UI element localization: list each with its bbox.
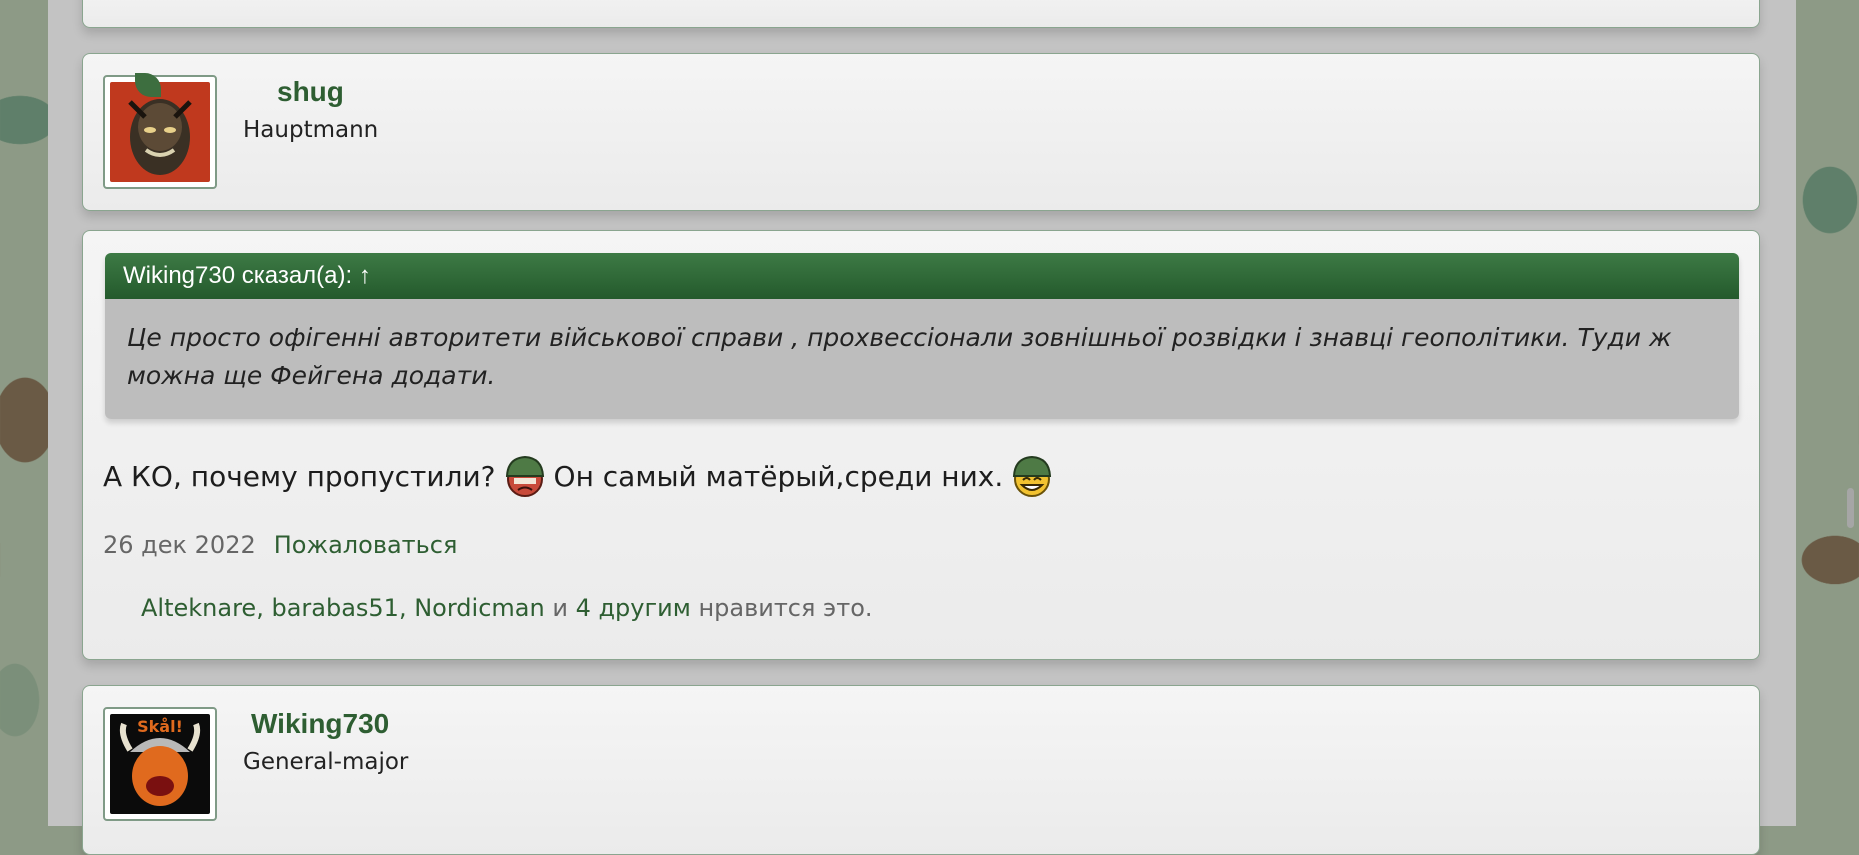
likes-and: и [544, 594, 576, 622]
user-title-shug: Hauptmann [243, 117, 379, 143]
post-card-shug: shug Hauptmann [82, 53, 1760, 211]
likes-others-link[interactable]: 4 другим [576, 594, 691, 622]
quote-block: Wiking730 сказал(а): ↑ Це просто офігенн… [105, 253, 1739, 419]
post-date[interactable]: 26 дек 2022 [103, 531, 256, 559]
avatar-shug-image [110, 82, 210, 182]
soldier-laugh-smiley-icon [1011, 454, 1053, 498]
likes-separator: , [398, 594, 415, 622]
soldier-sad-smiley-icon [504, 454, 546, 498]
liker-link[interactable]: Nordicman [414, 594, 544, 622]
post-meta: 26 дек 2022 Пожаловаться [103, 531, 457, 559]
likes-summary: Alteknare, barabas51, Nordicman и 4 друг… [141, 594, 873, 622]
report-link[interactable]: Пожаловаться [274, 531, 458, 559]
previous-post-card [82, 0, 1760, 28]
username-shug[interactable]: shug [277, 76, 344, 108]
avatar-shug[interactable] [103, 73, 217, 189]
avatar-wiking730[interactable]: Skål! [103, 707, 217, 821]
likes-separator: , [256, 594, 272, 622]
likes-suffix: нравится это. [690, 594, 873, 622]
quote-author-link[interactable]: Wiking730 сказал(а): ↑ [105, 253, 1739, 299]
post-card-wiking730: Skål! Wiking730 General-major [82, 685, 1760, 855]
liker-link[interactable]: Alteknare [141, 594, 256, 622]
post-text-part1: А КО, почему пропустили? [103, 459, 496, 493]
post-text-part2: Он самый матёрый,среди них. [553, 459, 1004, 493]
avatar-wiking730-image: Skål! [110, 714, 210, 814]
quote-text: Це просто офігенні авторитети військової… [105, 299, 1739, 419]
post-card-main: Wiking730 сказал(а): ↑ Це просто офігенн… [82, 230, 1760, 660]
post-message: А КО, почему пропустили? Он самый матёры… [103, 454, 1061, 498]
liker-link[interactable]: barabas51 [271, 594, 399, 622]
user-title-wiking730: General-major [243, 749, 409, 775]
username-wiking730[interactable]: Wiking730 [251, 708, 389, 740]
svg-text:Skål!: Skål! [137, 717, 183, 736]
scrollbar-thumb[interactable] [1847, 488, 1854, 528]
